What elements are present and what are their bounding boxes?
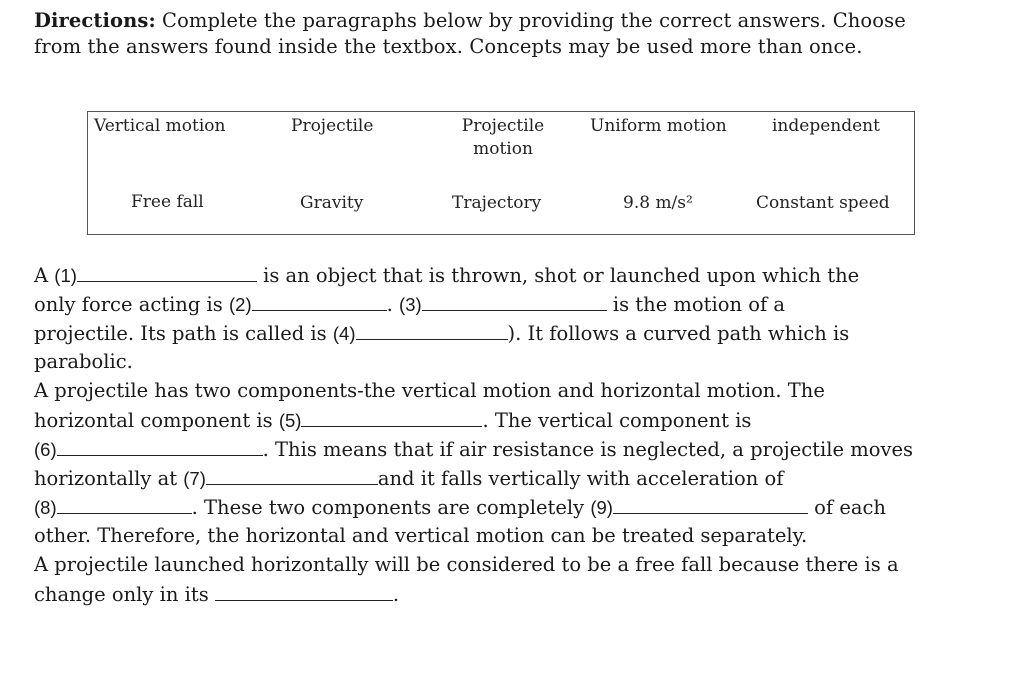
text: projectile. Its path is called is: [34, 322, 333, 345]
text: only force acting is: [34, 293, 229, 316]
text: horizontally at: [34, 467, 184, 490]
blank-number: (1): [54, 265, 77, 286]
text: of each: [807, 496, 886, 519]
answer-blank-2[interactable]: [251, 292, 387, 311]
blank-number: (3): [399, 294, 422, 315]
answer-blank-10[interactable]: [214, 582, 393, 601]
answer-choice: Gravity: [300, 193, 364, 213]
answer-blank-8[interactable]: [56, 495, 192, 514]
blank-number: (7): [183, 468, 206, 489]
blank-number: (8): [34, 497, 57, 518]
text: is an object that is thrown, shot or lau…: [256, 264, 860, 287]
answer-choice: Projectile motion: [461, 116, 545, 159]
blank-number: (5): [278, 410, 302, 431]
text-line: projectile. Its path is called is (4) ). …: [34, 321, 849, 346]
answer-choice: Free fall: [131, 192, 204, 212]
text-line: only force acting is (2). (3) is the mot…: [34, 292, 785, 317]
text-line: parabolic.: [34, 350, 133, 373]
blank-number: (2): [229, 294, 252, 315]
text: .: [386, 293, 400, 316]
text: .: [392, 583, 400, 606]
text: . This means that if air resistance is n…: [262, 438, 914, 461]
text-line: horizontal component is (5) . The vertica…: [34, 408, 751, 433]
text-line: A (1) is an object that is thrown, shot …: [34, 263, 859, 288]
text: and it falls vertically with acceleratio…: [377, 467, 784, 490]
text-line: other. Therefore, the horizontal and ver…: [34, 524, 808, 547]
text: horizontal component is: [34, 409, 279, 432]
text: ). It follows a curved path which is: [507, 322, 850, 345]
text-line: (8) . These two components are completely…: [34, 495, 886, 520]
answer-textbox: Vertical motion Projectile Projectile mo…: [87, 111, 915, 235]
text-line: A projectile has two components-the vert…: [34, 379, 825, 402]
answer-blank-7[interactable]: [205, 466, 378, 485]
directions-label: Directions:: [34, 9, 156, 32]
answer-blank-5[interactable]: [301, 408, 483, 427]
blank-number: (9): [590, 497, 613, 518]
text: is the motion of a: [606, 293, 786, 316]
text-line: change only in its .: [34, 582, 399, 607]
answer-choice: Constant speed: [756, 193, 890, 213]
answer-blank-4[interactable]: [355, 321, 508, 340]
text: . These two components are completely: [191, 496, 591, 519]
blank-number: (6): [34, 439, 57, 460]
answer-choice: Projectile: [291, 116, 374, 136]
answer-blank-9[interactable]: [612, 495, 808, 514]
answer-choice: 9.8 m/s²: [623, 193, 693, 213]
answer-choice: Trajectory: [452, 193, 542, 213]
answer-choice: Vertical motion: [94, 116, 226, 136]
text: change only in its: [34, 583, 215, 606]
answer-blank-1[interactable]: [76, 263, 257, 282]
text-line: horizontally at (7) and it falls vertical…: [34, 466, 784, 491]
answer-blank-6[interactable]: [56, 437, 263, 456]
answer-choice: Uniform motion: [590, 116, 727, 136]
directions-line-1: Directions: Complete the paragraphs belo…: [34, 9, 906, 32]
text-line: A projectile launched horizontally will …: [34, 553, 899, 576]
text-line: (6) . This means that if air resistance i…: [34, 437, 913, 462]
directions-line-2: from the answers found inside the textbo…: [34, 35, 863, 58]
blank-number: (4): [332, 323, 356, 344]
text: . The vertical component is: [482, 409, 752, 432]
answer-choice: independent: [772, 116, 880, 136]
text: A: [34, 264, 55, 287]
answer-blank-3[interactable]: [421, 292, 607, 311]
directions-text-1: Complete the paragraphs below by providi…: [155, 9, 906, 32]
